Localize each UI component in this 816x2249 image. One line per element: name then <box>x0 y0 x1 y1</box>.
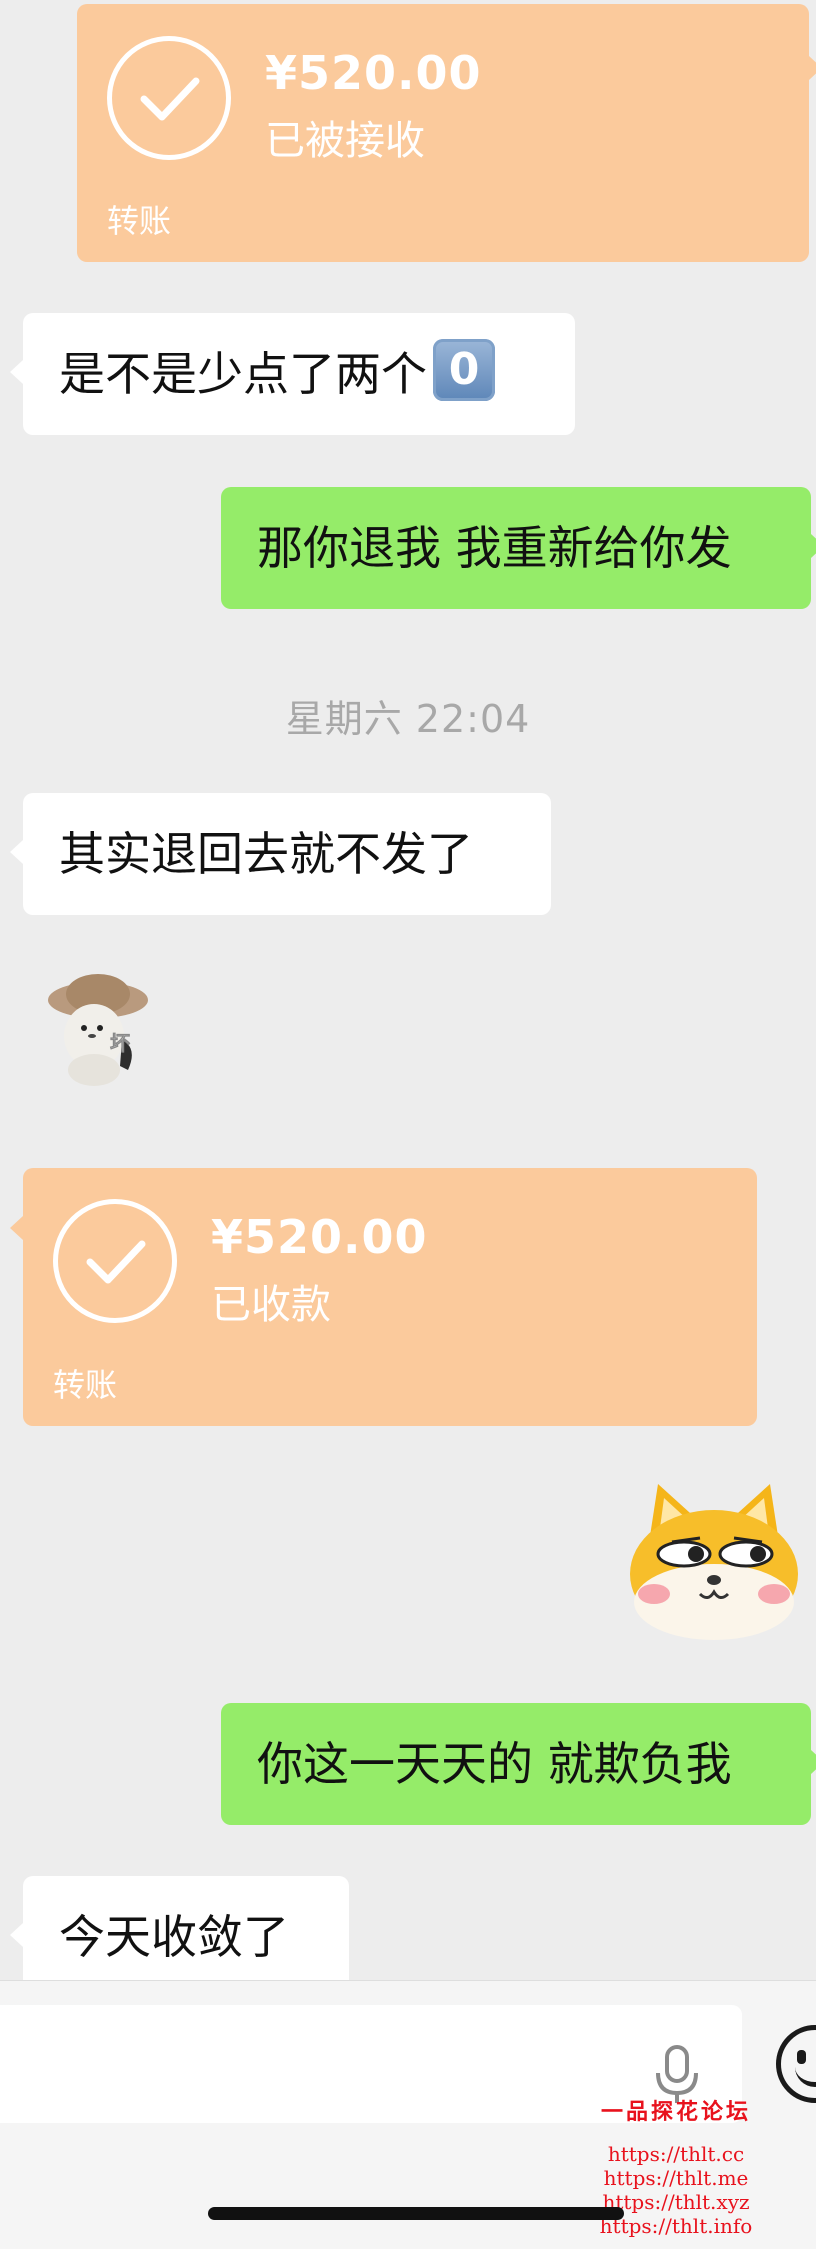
emoji-button-icon[interactable] <box>776 2025 816 2103</box>
outgoing-message[interactable]: 你这一天天的 就欺负我 <box>221 1703 816 1825</box>
watermark-url: https://thlt.me <box>603 2166 749 2190</box>
incoming-message[interactable]: 其实退回去就不发了 <box>10 793 551 915</box>
message-text: 那你退我 我重新给你发 <box>257 521 732 575</box>
sticker-caption: 坏 <box>110 1031 130 1055</box>
transfer-card-collected[interactable]: ¥520.00 已收款 转账 <box>23 1168 757 1426</box>
keycap-zero-emoji: 0 <box>433 339 495 401</box>
cat-sticker-icon[interactable]: 坏 <box>42 970 154 1090</box>
transfer-amount: ¥520.00 <box>211 1210 428 1264</box>
home-indicator[interactable] <box>208 2207 624 2220</box>
chat-history[interactable]: ¥520.00 已被接收 转账 是不是少点了两个 0 那你退我 我重新给你发 星期… <box>0 0 816 1980</box>
transfer-amount: ¥520.00 <box>265 46 482 100</box>
transfer-status: 已被接收 <box>265 118 425 164</box>
message-text: 你这一天天的 就欺负我 <box>257 1737 732 1791</box>
watermark-url: https://thlt.cc <box>607 2142 745 2166</box>
transfer-card-received[interactable]: ¥520.00 已被接收 转账 <box>77 4 809 262</box>
check-circle-icon <box>107 36 231 160</box>
message-text: 今天收敛了 <box>59 1910 289 1964</box>
outgoing-message[interactable]: 那你退我 我重新给你发 <box>221 487 816 609</box>
check-circle-icon <box>53 1199 177 1323</box>
message-text: 是不是少点了两个 <box>59 347 427 401</box>
timestamp: 星期六 22:04 <box>285 697 531 741</box>
incoming-message[interactable]: 今天收敛了 <box>10 1876 349 1980</box>
bubble-tail <box>10 1216 23 1240</box>
watermark-title: 一品探花论坛 <box>600 2099 751 2125</box>
incoming-message[interactable]: 是不是少点了两个 0 <box>10 313 575 435</box>
shiba-smirk-sticker-icon[interactable] <box>622 1476 806 1644</box>
bubble-tail <box>809 56 816 80</box>
transfer-type-label: 转账 <box>107 202 172 240</box>
message-text: 其实退回去就不发了 <box>59 827 473 881</box>
transfer-type-label: 转账 <box>53 1366 118 1404</box>
transfer-status: 已收款 <box>211 1282 331 1328</box>
